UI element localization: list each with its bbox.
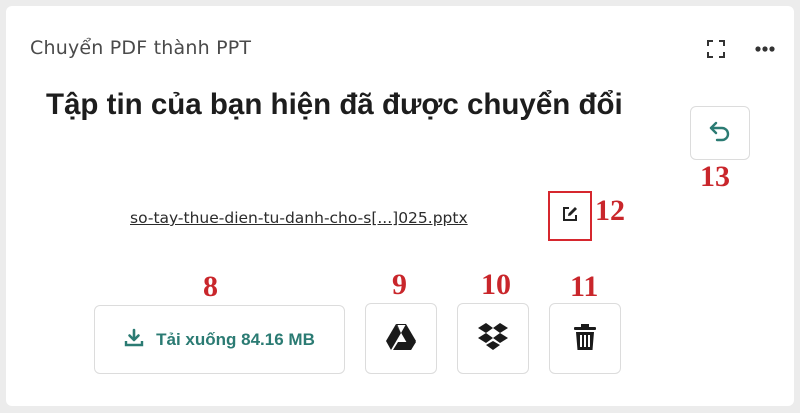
download-icon: [124, 328, 144, 352]
edit-filename-button[interactable]: [548, 191, 592, 241]
trash-icon: [573, 323, 597, 355]
card-title: Chuyển PDF thành PPT: [30, 37, 252, 59]
delete-button[interactable]: [549, 303, 621, 374]
download-button[interactable]: Tải xuống 84.16 MB: [94, 305, 345, 374]
page-title: Tập tin của bạn hiện đã được chuyển đổi: [46, 88, 623, 121]
edit-icon: [561, 205, 579, 227]
converter-card: Chuyển PDF thành PPT Tập tin của bạn hiệ…: [6, 6, 794, 406]
undo-button[interactable]: [690, 106, 750, 160]
google-drive-button[interactable]: [365, 303, 437, 374]
annotation-11: 11: [570, 270, 599, 303]
google-drive-icon: [385, 323, 417, 355]
annotation-10: 10: [481, 268, 511, 301]
file-name-link[interactable]: so-tay-thue-dien-tu-danh-cho-s[...]025.p…: [130, 209, 468, 227]
dropbox-icon: [477, 322, 509, 356]
annotation-9: 9: [392, 268, 407, 301]
dropbox-button[interactable]: [457, 303, 529, 374]
annotation-13: 13: [700, 160, 730, 193]
expand-icon[interactable]: [703, 36, 729, 62]
more-icon[interactable]: [752, 36, 778, 62]
annotation-8: 8: [203, 270, 218, 303]
annotation-12: 12: [595, 194, 625, 227]
download-label: Tải xuống 84.16 MB: [156, 329, 315, 349]
undo-icon: [707, 118, 733, 148]
